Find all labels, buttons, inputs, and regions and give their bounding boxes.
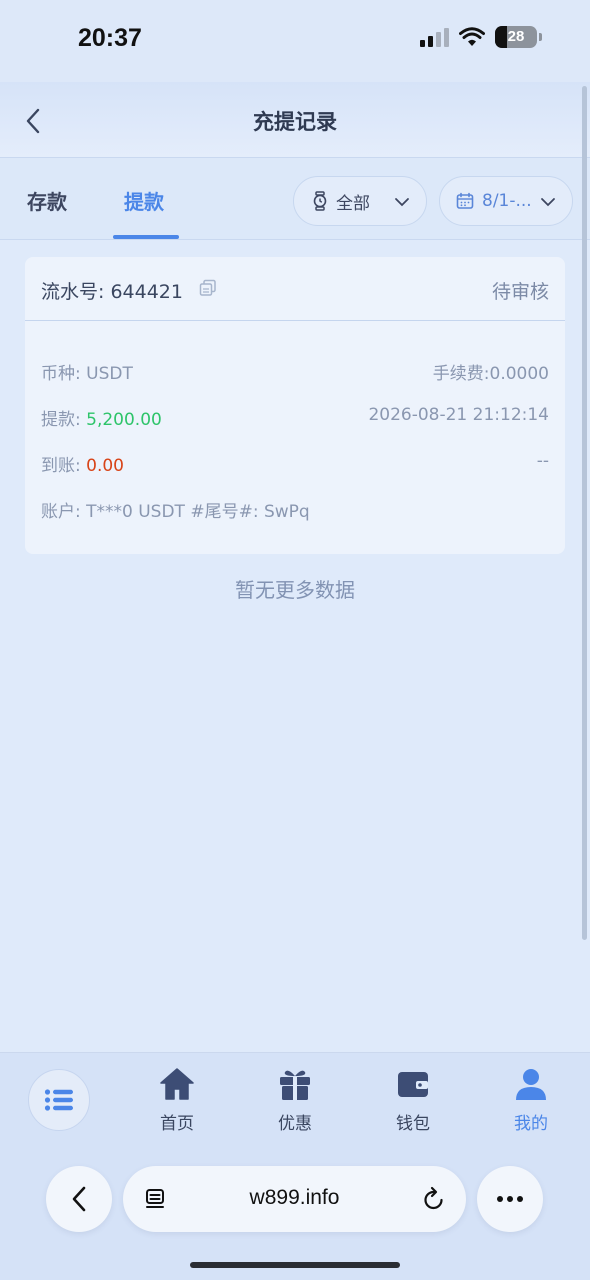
nav-label-profile: 我的 [514,1114,548,1134]
home-indicator [190,1262,400,1268]
status-icons: 28 [420,26,542,48]
ellipsis-icon [497,1196,523,1202]
chevron-down-icon [541,198,555,207]
watch-icon [313,191,327,211]
more-options-button[interactable] [477,1166,543,1232]
account-text: 账户: T***0 USDT #尾号#: SwPq [41,502,310,522]
tabs-bar: 存款 提款 全部 8/1-... [0,158,590,240]
copy-icon[interactable] [199,279,217,301]
record-card-header: 流水号: 644421 待审核 [25,257,565,321]
withdraw-amount: 5,200.00 [86,410,162,430]
list-icon [44,1089,73,1111]
status-time: 20:37 [78,24,142,52]
page-title: 充提记录 [253,110,337,134]
nav-label-wallet: 钱包 [396,1114,430,1134]
withdraw-row: 提款: 5,200.00 2026-08-21 21:12:14 [41,405,549,430]
arrived-time: -- [536,451,549,471]
account-row: 账户: T***0 USDT #尾号#: SwPq [41,497,549,522]
url-text: w899.info [249,1186,340,1209]
wifi-icon [459,27,485,46]
fee-text: 手续费:0.0000 [432,364,549,384]
nav-item-profile[interactable]: 我的 [486,1067,576,1134]
currency-row: 币种: USDT 手续费:0.0000 [41,359,549,384]
serial-number: 流水号: 644421 [41,281,183,303]
battery-icon: 28 [495,26,537,48]
menu-button[interactable] [28,1069,90,1131]
calendar-icon [456,192,474,209]
withdraw-datetime: 2026-08-21 21:12:14 [368,405,549,425]
battery-level: 28 [507,28,525,45]
arrived-label: 到账: [41,456,87,476]
nav-label-promotions: 优惠 [278,1114,312,1134]
record-status: 待审核 [491,281,549,303]
arrived-amount: 0.00 [86,456,124,476]
wallet-icon [398,1072,428,1097]
browser-back-button[interactable] [46,1166,112,1232]
signal-icon [420,27,449,47]
currency-text: 币种: USDT [41,364,133,384]
type-filter-value: 全部 [336,193,370,214]
active-tab-indicator [113,235,179,239]
user-icon [516,1069,546,1100]
nav-item-promotions[interactable]: 优惠 [250,1067,340,1134]
chevron-left-icon [72,1186,86,1212]
nav-item-wallet[interactable]: 钱包 [368,1067,458,1134]
date-filter-value: 8/1-... [482,191,532,211]
chevron-down-icon [395,198,409,207]
tab-deposit[interactable]: 存款 [27,186,67,215]
nav-header: 充提记录 [0,82,590,158]
no-more-data-text: 暂无更多数据 [235,578,355,602]
home-icon [160,1068,194,1100]
nav-label-home: 首页 [160,1114,194,1134]
scrollbar[interactable] [582,86,587,940]
tab-withdraw[interactable]: 提款 [124,186,164,215]
reload-icon[interactable] [422,1186,446,1212]
browser-toolbar: w899.info [0,1166,590,1236]
date-filter-dropdown[interactable]: 8/1-... [439,176,573,226]
address-bar[interactable]: w899.info [123,1166,466,1232]
status-bar: 20:37 28 [0,0,590,82]
withdraw-label: 提款: [41,410,87,430]
type-filter-dropdown[interactable]: 全部 [293,176,427,226]
record-card: 流水号: 644421 待审核 币种: USDT 手续费:0.0000 提款: … [25,257,565,554]
nav-item-home[interactable]: 首页 [132,1067,222,1134]
gift-icon [280,1070,310,1100]
arrived-row: 到账: 0.00 -- [41,451,549,476]
